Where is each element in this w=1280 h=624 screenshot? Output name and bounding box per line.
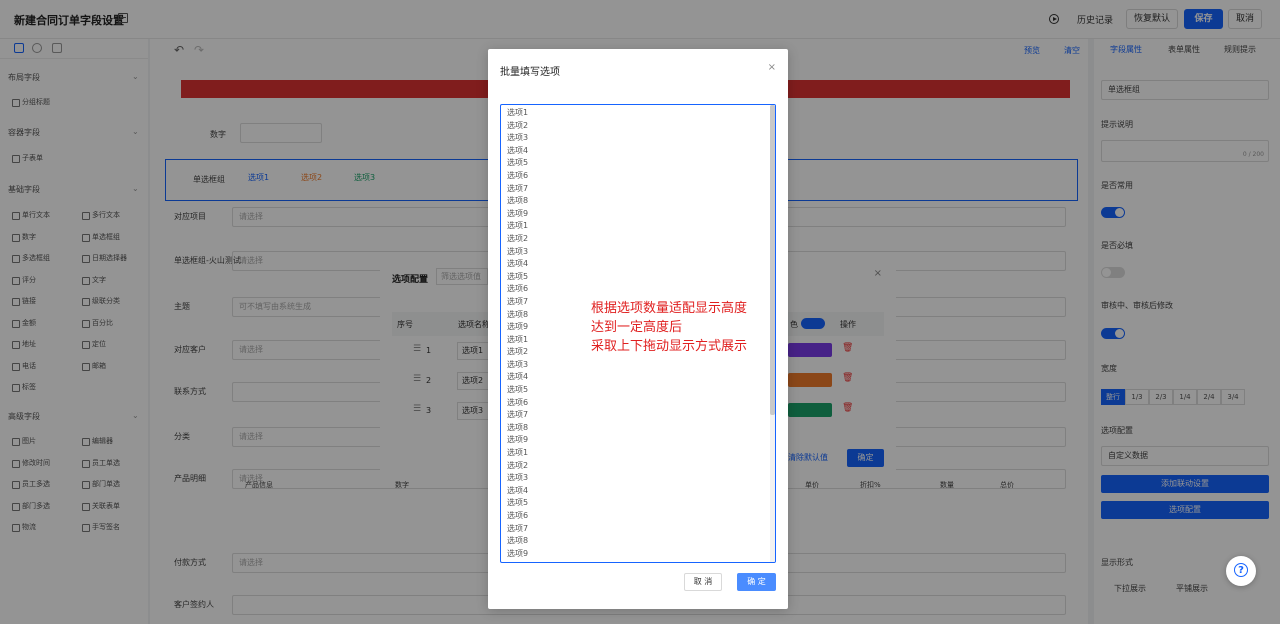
option-line: 选项9: [507, 208, 529, 218]
option-line: 选项6: [507, 170, 529, 180]
option-line: 选项9: [507, 548, 529, 558]
option-line: 选项4: [507, 485, 529, 495]
option-line: 选项2: [507, 460, 529, 470]
option-line: 选项9: [507, 322, 529, 332]
option-line: 选项8: [507, 196, 529, 206]
option-line: 选项1: [507, 108, 529, 117]
option-line: 选项5: [507, 271, 529, 281]
option-line: 选项6: [507, 284, 529, 294]
option-line: 选项6: [507, 397, 529, 407]
option-line: 选项8: [507, 536, 529, 546]
annotation-line: 达到一定高度后: [591, 320, 683, 335]
option-line: 选项1: [507, 448, 529, 458]
option-line: 选项6: [507, 511, 529, 520]
option-line: 选项7: [507, 410, 529, 420]
options-text: 选项1 选项2 选项3 选项4 选项5 选项6 选项7 选项8 选项9 选项1 选项2 选项3 选项4 选…: [507, 107, 528, 560]
option-line: 选项5: [507, 498, 529, 508]
option-line: 选项4: [507, 145, 529, 155]
option-line: 选项4: [507, 259, 529, 269]
scrollbar[interactable]: [770, 105, 775, 562]
option-line: 选项8: [507, 309, 529, 319]
annotation-line: 根据选项数量适配显示高度: [591, 301, 748, 316]
option-line: 选项2: [507, 120, 529, 130]
option-line: 选项3: [507, 133, 529, 143]
annotation-line: 采取上下拖动显示方式展示: [591, 339, 748, 354]
modal-title: 批量填写选项: [500, 67, 560, 78]
option-line: 选项8: [507, 422, 529, 432]
annotation-note: 根据选项数量适配显示高度 达到一定高度后 采取上下拖动显示方式展示: [591, 299, 747, 356]
option-line: 选项2: [507, 347, 529, 357]
modal-ok-button[interactable]: 确 定: [737, 573, 776, 591]
option-line: 选项5: [507, 158, 529, 168]
modal-cancel-button[interactable]: 取 消: [684, 573, 722, 591]
option-line: 选项3: [507, 246, 529, 256]
option-line: 选项1: [507, 334, 529, 344]
option-line: 选项3: [507, 359, 529, 369]
option-line: 选项5: [507, 385, 529, 395]
close-icon[interactable]: ×: [768, 62, 776, 73]
option-line: 选项2: [507, 233, 529, 243]
scrollbar-thumb[interactable]: [770, 105, 775, 415]
option-line: 选项7: [507, 296, 529, 306]
option-line: 选项7: [507, 183, 529, 193]
option-line: 选项7: [507, 523, 529, 533]
help-icon[interactable]: [1226, 556, 1256, 586]
option-line: 选项9: [507, 435, 529, 445]
option-line: 选项4: [507, 372, 529, 382]
batch-options-modal: 批量填写选项 × 选项1 选项2 选项3 选项4 选项5 选项6 选项7 选项8 选项9 选项1 选…: [488, 49, 788, 609]
option-line: 选项1: [507, 221, 529, 231]
option-line: 选项3: [507, 473, 529, 483]
